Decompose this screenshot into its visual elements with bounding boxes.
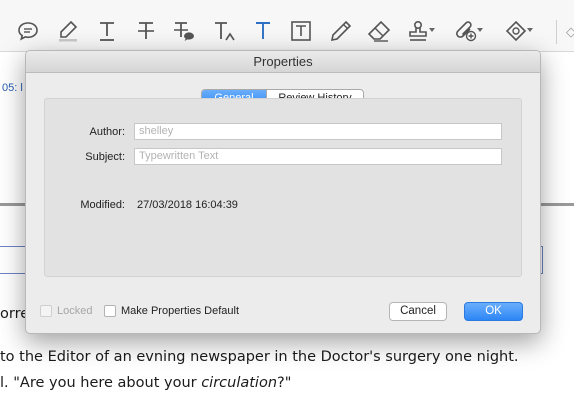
make-default-checkbox-box[interactable] — [104, 305, 116, 317]
dialog-title: Properties — [26, 51, 540, 73]
document-text-line: to the Editor of an evning newspaper in … — [0, 349, 519, 365]
insert-text-icon[interactable] — [213, 20, 235, 42]
make-default-label: Make Properties Default — [121, 305, 239, 317]
shape-icon[interactable] — [505, 20, 533, 42]
locked-label: Locked — [57, 305, 93, 317]
subject-label: Subject: — [85, 151, 125, 163]
toolbar-divider — [556, 20, 557, 44]
document-link[interactable]: 05: l — [2, 82, 23, 94]
highlight-icon[interactable] — [57, 20, 79, 42]
modified-value: 27/03/2018 16:04:39 — [137, 199, 238, 211]
locked-checkbox[interactable]: Locked — [40, 305, 92, 317]
author-label: Author: — [89, 126, 125, 138]
eraser-icon[interactable] — [367, 20, 391, 42]
properties-dialog: Properties General Review History Author… — [25, 50, 541, 334]
ok-button[interactable]: OK — [464, 302, 523, 321]
strikethrough-text-icon[interactable] — [135, 20, 157, 42]
underline-text-icon[interactable] — [96, 20, 118, 42]
comment-icon[interactable] — [17, 20, 39, 42]
replace-text-icon[interactable] — [173, 20, 195, 42]
make-properties-default-checkbox[interactable]: Make Properties Default — [104, 305, 239, 317]
modified-label: Modified: — [80, 199, 125, 211]
attach-icon[interactable] — [455, 20, 483, 42]
document-text-line: l. "Are you here about your circulation?… — [0, 375, 292, 391]
author-field[interactable]: shelley — [134, 123, 502, 140]
subject-field[interactable]: Typewritten Text — [134, 148, 502, 165]
text-box-icon[interactable] — [290, 20, 312, 42]
general-panel: Author: shelley Subject: Typewritten Tex… — [44, 98, 522, 277]
more-tools-icon[interactable]: ◇ — [566, 24, 574, 40]
cancel-button[interactable]: Cancel — [389, 302, 447, 321]
pencil-icon[interactable] — [330, 20, 352, 42]
locked-checkbox-box[interactable] — [40, 305, 52, 317]
annotation-toolbar: ◇ — [0, 0, 574, 52]
typewriter-text-icon[interactable] — [252, 20, 274, 42]
stamp-icon[interactable] — [407, 20, 435, 42]
